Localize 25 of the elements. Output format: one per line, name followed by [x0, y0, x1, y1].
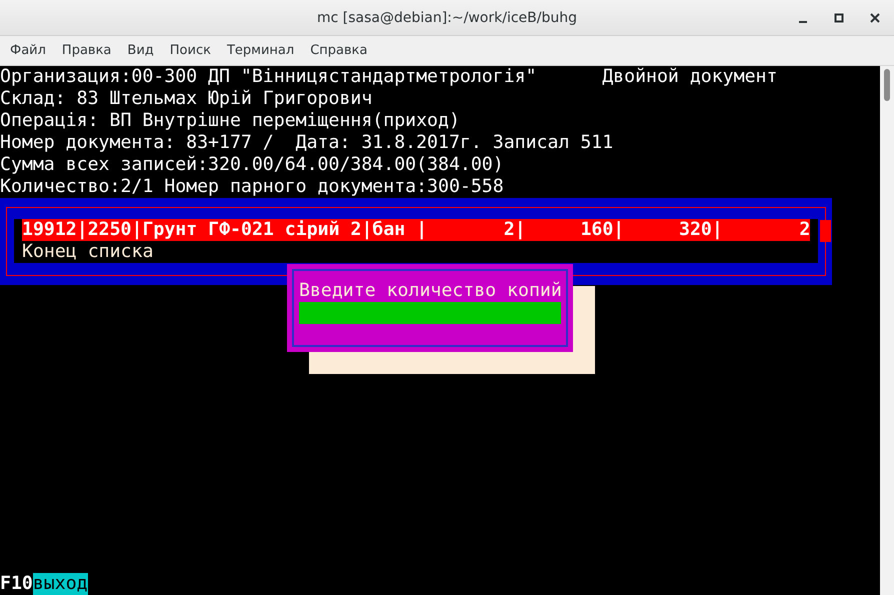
header-line: Количество:2/1 Номер парного документа:300-558 [0, 176, 504, 198]
menu-item[interactable]: Поиск [162, 43, 219, 58]
header-line: Сумма всех записей:320.00/64.00/384.00(384.00) [0, 154, 504, 176]
function-key-label[interactable]: выход [32, 573, 88, 595]
input-field[interactable] [299, 302, 561, 324]
menu-item[interactable]: Файл [2, 43, 54, 58]
list-row[interactable]: 19912|2250|Грунт ГФ-021 сірий 2|бан | 2| 160| 320| 2 [22, 219, 810, 241]
document-type: Двойной документ [602, 66, 778, 88]
dialog-prompt: Введите количество копий [299, 280, 561, 302]
menu-item[interactable]: Справка [302, 43, 376, 58]
header-line: Номер документа: 83+177 / Дата: 31.8.2017г. Записал 511 [0, 132, 614, 154]
close-icon [870, 13, 880, 23]
window-title: mc [sasa@debian]:~/work/iceB/buhg [317, 10, 577, 26]
header-line: Склад: 83 Штельмах Юрій Григорович [0, 88, 372, 110]
menu-item[interactable]: Правка [54, 43, 120, 58]
scrollbar[interactable] [880, 66, 894, 595]
header-line: Организация:00-300 ДП "Вінницястандартметрологія" [0, 66, 538, 88]
maximize-icon [834, 13, 844, 23]
scrollbar-thumb[interactable] [884, 69, 890, 101]
minimize-icon [799, 21, 807, 23]
menu-item[interactable]: Вид [119, 43, 162, 58]
function-key: F10 [0, 573, 33, 595]
list-row[interactable]: Конец списка [22, 241, 810, 263]
menu-item[interactable]: Терминал [218, 43, 302, 58]
header-line: Операція: ВП Внутрішне переміщення(приход) [0, 110, 460, 132]
